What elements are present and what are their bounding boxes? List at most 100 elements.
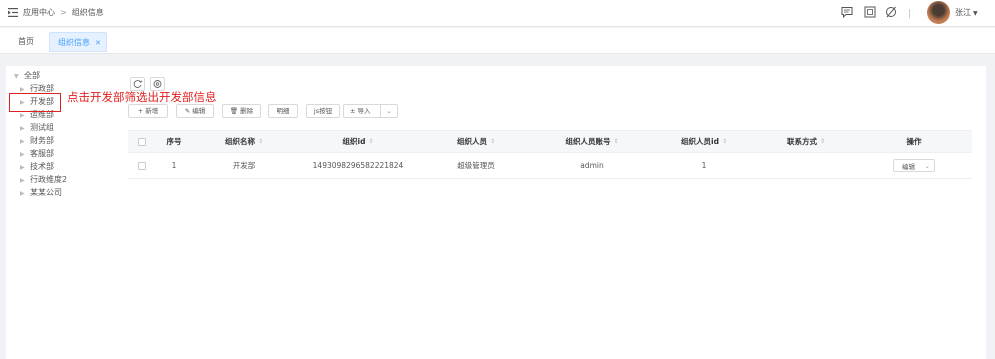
- user-name: 张江: [955, 8, 971, 17]
- add-button-label: + 新增: [137, 107, 159, 115]
- tree-item-label: 技术部: [30, 162, 54, 171]
- tree-item-service[interactable]: ▶ 客服部: [20, 148, 54, 159]
- select-all-checkbox-cell: [128, 131, 156, 152]
- table-header: 序号 组织名称 ⇕ 组织id ⇕ 组织人员 ⇕ 组织人员账号 ⇕ 组织人员id ⇕ 联系方…: [128, 131, 972, 153]
- chevron-down-icon: ⌄: [924, 161, 930, 170]
- delete-button-label: 删除: [240, 107, 254, 115]
- column-label: 组织人员: [456, 137, 487, 146]
- tree-item-test[interactable]: ▶ 测试组: [20, 122, 54, 133]
- detail-button[interactable]: 明细: [268, 104, 298, 118]
- edit-button-label: 编辑: [192, 107, 206, 115]
- fullscreen-icon[interactable]: [864, 6, 876, 18]
- sort-icon[interactable]: ⇕: [722, 138, 727, 145]
- cell-account: admin: [580, 161, 604, 170]
- top-bar: 应用中心 > 组织信息 张江 ▼: [0, 0, 995, 27]
- tree-item-company[interactable]: ▶ 某某公司: [20, 187, 62, 198]
- chevron-right-icon: ▶: [20, 190, 25, 197]
- tab-label: 组织信息: [58, 38, 90, 47]
- import-button-label: 导入: [357, 107, 371, 115]
- delete-icon: 🗑: [229, 107, 241, 115]
- tree-item-label: 某某公司: [30, 188, 62, 197]
- column-label: 序号: [166, 137, 182, 146]
- user-menu[interactable]: 张江 ▼: [955, 7, 978, 18]
- row-edit-dropdown[interactable]: 编辑 ⌄: [893, 159, 935, 172]
- row-checkbox[interactable]: [138, 161, 146, 170]
- row-checkbox-cell: [128, 153, 156, 178]
- message-icon[interactable]: [841, 6, 853, 18]
- column-label: 组织id: [342, 137, 366, 146]
- chevron-right-icon: ▶: [20, 112, 25, 119]
- tab-label: 首页: [18, 37, 34, 46]
- sort-icon[interactable]: ⇕: [613, 138, 618, 145]
- delete-button[interactable]: 🗑 删除: [222, 104, 261, 118]
- chevron-right-icon: ▶: [20, 138, 25, 145]
- tree-item-finance[interactable]: ▶ 财务部: [20, 135, 54, 146]
- sort-icon[interactable]: ⇕: [820, 138, 825, 145]
- cell-index: 1: [171, 161, 177, 170]
- cell-contact: [756, 153, 856, 178]
- chevron-right-icon: ▶: [20, 164, 25, 171]
- select-all-checkbox[interactable]: [138, 137, 146, 146]
- js-button-label: js按钮: [313, 107, 333, 115]
- tree-item-label: 测试组: [30, 123, 54, 132]
- column-header-contact[interactable]: 联系方式 ⇕: [756, 131, 856, 152]
- column-header-account[interactable]: 组织人员账号 ⇕: [532, 131, 652, 152]
- cell-name: 开发部: [232, 161, 256, 170]
- js-button[interactable]: js按钮: [306, 104, 340, 118]
- column-header-member[interactable]: 组织人员 ⇕: [420, 131, 532, 152]
- cell-action: 编辑 ⌄: [856, 153, 972, 178]
- avatar[interactable]: [927, 1, 950, 24]
- tree-item-label: 行政维度2: [30, 175, 68, 184]
- close-icon[interactable]: ✕: [95, 39, 101, 47]
- table-row[interactable]: 1 开发部 1493098296582221824 超级管理员 admin 1 …: [128, 153, 972, 179]
- chevron-down-icon: ▼: [973, 10, 978, 17]
- chevron-right-icon: ▶: [20, 125, 25, 132]
- sort-icon[interactable]: ⇕: [258, 138, 263, 145]
- header-divider: [909, 9, 910, 18]
- column-label: 组织人员账号: [565, 137, 611, 146]
- add-button[interactable]: + 新增: [128, 104, 168, 118]
- main-panel: ▼ 全部 ▶ 行政部 ▶ 开发部 ▶ 运维部 ▶ 测试组 ▶ 财务部 ▶ 客服部 ▶ 技术部 ▶…: [6, 66, 986, 359]
- tree-item-tech[interactable]: ▶ 技术部: [20, 161, 54, 172]
- chevron-down-icon: ▼: [14, 73, 19, 80]
- chevron-right-icon: ▶: [20, 86, 25, 93]
- theme-icon[interactable]: [885, 6, 897, 18]
- upload-icon: ±: [350, 107, 358, 115]
- edit-button[interactable]: ✎ 编辑: [176, 104, 214, 118]
- column-header-index: 序号: [156, 131, 192, 152]
- tree-item-label: 财务部: [30, 136, 54, 145]
- sort-icon[interactable]: ⇕: [368, 138, 373, 145]
- column-header-id[interactable]: 组织id ⇕: [296, 131, 420, 152]
- chevron-down-icon[interactable]: ⌄: [380, 105, 397, 117]
- column-header-name[interactable]: 组织名称 ⇕: [192, 131, 296, 152]
- cell-id: 1493098296582221824: [312, 161, 404, 170]
- tree-root[interactable]: ▼ 全部: [14, 70, 40, 81]
- tree-item-label: 客服部: [30, 149, 54, 158]
- breadcrumb: 应用中心 > 组织信息: [23, 7, 104, 18]
- tab-bar: 首页 组织信息 ✕: [0, 28, 995, 54]
- tree-root-label: 全部: [24, 71, 40, 80]
- tree-item-label: 行政部: [30, 84, 54, 93]
- sort-icon[interactable]: ⇕: [490, 138, 495, 145]
- column-header-member-id[interactable]: 组织人员id ⇕: [652, 131, 756, 152]
- chevron-right-icon: ▶: [20, 151, 25, 158]
- tab-home[interactable]: 首页: [10, 32, 42, 52]
- column-label: 组织人员id: [681, 137, 719, 146]
- cell-member: 超级管理员: [457, 161, 495, 170]
- tab-org-info[interactable]: 组织信息 ✕: [49, 32, 107, 52]
- column-label: 操作: [906, 137, 922, 146]
- column-label: 联系方式: [786, 137, 817, 146]
- menu-fold-icon[interactable]: [8, 8, 18, 17]
- chevron-right-icon: ▶: [20, 177, 25, 184]
- cell-member-id: 1: [701, 161, 707, 170]
- import-dropdown[interactable]: ± 导入 ⌄: [343, 104, 398, 118]
- column-header-action: 操作: [856, 131, 972, 152]
- breadcrumb-item-current: 组织信息: [71, 8, 104, 17]
- detail-button-label: 明细: [276, 107, 290, 115]
- breadcrumb-item-app-center[interactable]: 应用中心: [23, 8, 55, 17]
- row-edit-label: 编辑: [902, 162, 915, 171]
- annotation-text: 点击开发部筛选出开发部信息: [67, 90, 217, 104]
- tree-item-admin-dimension[interactable]: ▶ 行政维度2: [20, 174, 67, 185]
- column-label: 组织名称: [224, 137, 255, 146]
- breadcrumb-separator: >: [60, 8, 67, 17]
